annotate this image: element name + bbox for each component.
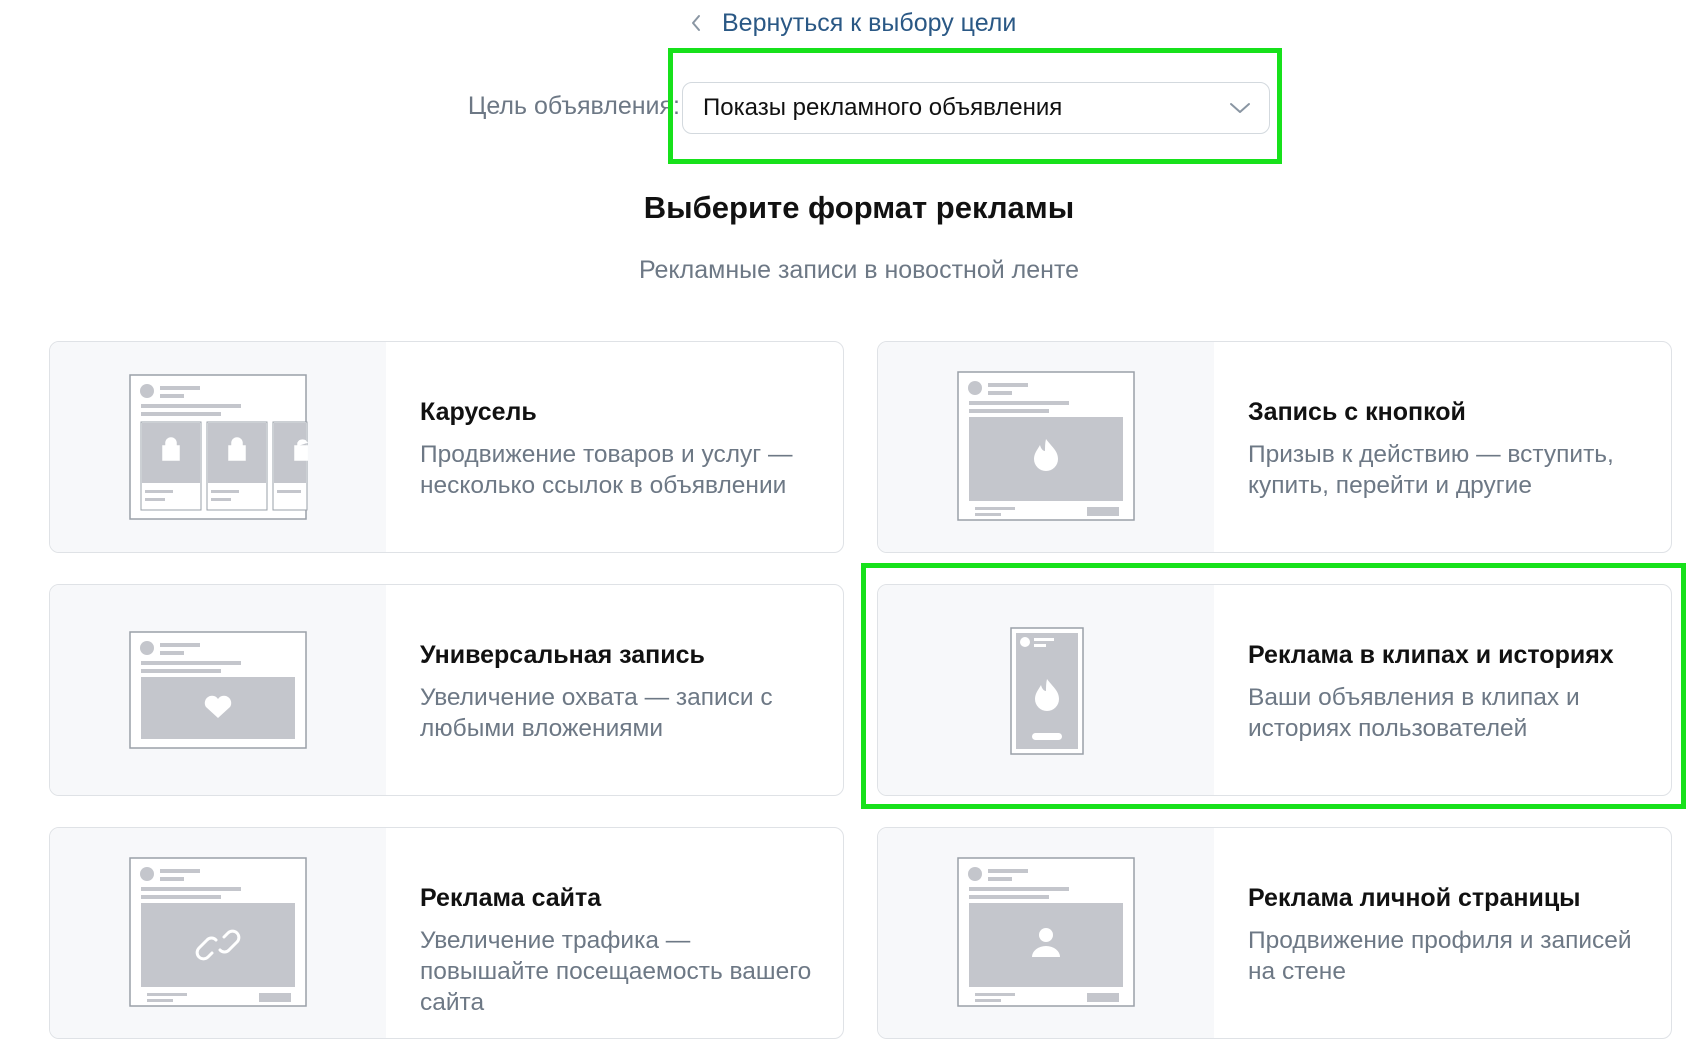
card-description: Увеличение охвата — записи с любыми влож… xyxy=(420,684,773,742)
goal-label: Цель объявления: xyxy=(467,92,680,120)
carousel-icon xyxy=(129,374,308,520)
format-card-button-post[interactable]: Запись с кнопкой Призыв к действию — вст… xyxy=(877,341,1672,553)
card-title: Реклама личной страницы xyxy=(1248,884,1581,912)
card-thumbnail xyxy=(50,828,386,1038)
card-description: Ваши объявления в клипах и историях поль… xyxy=(1248,684,1580,742)
back-to-goal-link[interactable]: Вернуться к выбору цели xyxy=(690,6,1016,40)
format-card-website[interactable]: Реклама сайта Увеличение трафика — повыш… xyxy=(49,827,844,1039)
chevron-down-icon xyxy=(1229,101,1251,115)
card-thumbnail xyxy=(878,585,1214,795)
goal-select[interactable]: Показы рекламного объявления xyxy=(682,82,1270,134)
card-title: Универсальная запись xyxy=(420,641,705,669)
page-title: Выберите формат рекламы xyxy=(643,190,1075,225)
website-icon xyxy=(129,857,307,1007)
back-link-label: Вернуться к выбору цели xyxy=(722,8,1017,37)
format-card-universal-post[interactable]: Универсальная запись Увеличение охвата —… xyxy=(49,584,844,796)
format-card-carousel[interactable]: Карусель Продвижение товаров и услуг — н… xyxy=(49,341,844,553)
profile-icon xyxy=(957,857,1135,1007)
card-description: Увеличение трафика — повышайте посещаемо… xyxy=(420,927,812,1016)
goal-select-value: Показы рекламного объявления xyxy=(703,94,1063,121)
card-thumbnail xyxy=(878,342,1214,552)
card-title: Реклама в клипах и историях xyxy=(1248,641,1614,669)
universal-post-icon xyxy=(129,631,307,749)
card-description: Продвижение товаров и услуг — несколько … xyxy=(420,441,793,499)
format-card-personal-page[interactable]: Реклама личной страницы Продвижение проф… xyxy=(877,827,1672,1039)
chevron-left-icon xyxy=(690,12,708,34)
card-title: Реклама сайта xyxy=(420,884,602,912)
card-title: Карусель xyxy=(420,398,537,426)
card-thumbnail xyxy=(878,828,1214,1038)
card-description: Продвижение профиля и записей на стене xyxy=(1248,927,1632,985)
card-title: Запись с кнопкой xyxy=(1248,398,1466,426)
card-thumbnail xyxy=(50,342,386,552)
format-card-stories[interactable]: Реклама в клипах и историях Ваши объявле… xyxy=(877,584,1672,796)
card-thumbnail xyxy=(50,585,386,795)
stories-icon xyxy=(1010,627,1084,755)
section-subtitle: Рекламные записи в новостной ленте xyxy=(638,256,1080,284)
card-description: Призыв к действию — вступить, купить, пе… xyxy=(1248,441,1614,499)
button-post-icon xyxy=(957,371,1135,521)
